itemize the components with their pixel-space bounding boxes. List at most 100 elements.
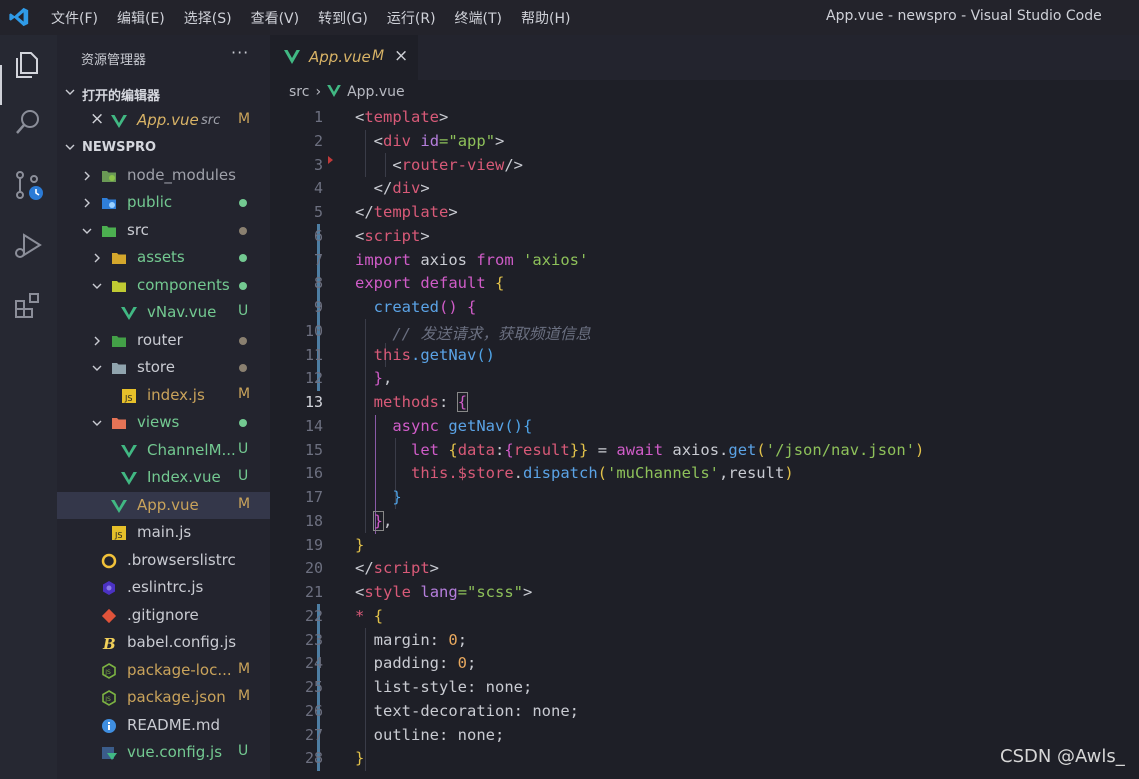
status-badge: M (238, 661, 251, 677)
close-tab-icon[interactable]: × (394, 46, 408, 66)
modified-dot (239, 337, 247, 345)
chevron-down-icon (92, 420, 102, 426)
untracked-dot (239, 419, 247, 427)
line-number: 8 (313, 274, 323, 292)
close-icon[interactable]: × (90, 109, 104, 129)
open-editor-item[interactable]: × App.vue src M (57, 107, 270, 134)
code-line: <style lang="scss"> (355, 583, 533, 601)
code-line: list-style: none; (373, 678, 533, 696)
code-line: } (355, 536, 365, 554)
chevron-down-icon (65, 144, 75, 150)
nodejs-icon: JS (102, 663, 116, 679)
svg-text:B: B (102, 635, 116, 651)
tree-item-index-js[interactable]: JS index.js M (57, 382, 270, 409)
folder-assets-icon (112, 253, 126, 264)
code-line: }, (373, 369, 393, 387)
tree-item-name: index.js (147, 386, 205, 404)
tree-item-name: main.js (137, 523, 192, 541)
tree-item-store[interactable]: store (57, 354, 270, 381)
tree-item-channel[interactable]: ChannelM... U (57, 437, 270, 464)
tree-item-name: ChannelM... (147, 441, 236, 459)
tree-item-main-js[interactable]: JS main.js (57, 519, 270, 546)
line-number: 3 (313, 156, 323, 174)
status-badge: M (238, 111, 251, 127)
tree-item-package-json[interactable]: JS package.json M (57, 684, 270, 711)
nodejs-icon: JS (102, 690, 116, 706)
tree-item-name: node_modules (127, 166, 236, 184)
tree-item-vnav[interactable]: vNav.vue U (57, 299, 270, 326)
menu-selection[interactable]: 选择(S) (184, 8, 232, 28)
search-icon[interactable] (12, 107, 44, 139)
tab-app-vue[interactable]: App.vue M × (270, 35, 418, 80)
tree-item-babel-config[interactable]: B babel.config.js (57, 629, 270, 656)
menu-edit[interactable]: 编辑(E) (117, 8, 165, 28)
vue-file-icon (121, 445, 137, 458)
code-line: let {data:{result}} = await axios.get('/… (411, 441, 925, 459)
code-line: this.$store.dispatch('muChannels',result… (411, 464, 794, 482)
svg-text:JS: JS (104, 696, 111, 703)
svg-text:JS: JS (124, 394, 132, 403)
breadcrumb-file[interactable]: App.vue (347, 84, 405, 100)
tree-item-src[interactable]: src (57, 217, 270, 244)
tree-item-app-vue[interactable]: App.vue M (57, 492, 270, 519)
tree-item-name: vNav.vue (147, 303, 217, 321)
menu-view[interactable]: 查看(V) (251, 8, 300, 28)
tree-item-vue-config[interactable]: vue.config.js U (57, 739, 270, 766)
chevron-right-icon (94, 253, 100, 263)
line-number: 22 (304, 607, 323, 625)
line-number: 25 (304, 678, 323, 696)
open-editors-section[interactable]: 打开的编辑器 (57, 83, 270, 105)
tree-item-gitignore[interactable]: .gitignore (57, 602, 270, 629)
breadcrumb-folder[interactable]: src (289, 84, 309, 100)
code-line: this.getNav() (373, 346, 495, 364)
modified-dot (239, 227, 247, 235)
folder-src-icon (102, 226, 116, 237)
babel-icon: B (102, 635, 116, 651)
active-indicator (0, 65, 2, 105)
vue-file-icon (327, 85, 341, 97)
line-number: 12 (304, 369, 323, 387)
code-line: async getNav(){ (392, 417, 533, 435)
code-line: }, (372, 511, 393, 531)
open-editors-label: 打开的编辑器 (82, 89, 161, 104)
more-actions-button[interactable]: ··· (231, 43, 249, 62)
tree-item-name: vue.config.js (127, 743, 223, 761)
tree-item-views[interactable]: views (57, 409, 270, 436)
untracked-dot (239, 282, 247, 290)
line-number: 4 (313, 179, 323, 197)
tree-item-eslintrc[interactable]: .eslintrc.js (57, 574, 270, 601)
tree-item-package-lock[interactable]: JS package-loc... M (57, 657, 270, 684)
modified-dot (239, 364, 247, 372)
code-line: export default { (355, 274, 505, 292)
tree-item-browserslistrc[interactable]: .browserslistrc (57, 547, 270, 574)
tree-item-public[interactable]: public (57, 189, 270, 216)
extensions-icon[interactable] (12, 289, 44, 321)
menu-file[interactable]: 文件(F) (51, 8, 98, 28)
code-line: <router-view/> (392, 156, 523, 174)
explorer-icon[interactable] (12, 49, 44, 81)
menu-help[interactable]: 帮助(H) (521, 8, 570, 28)
svg-text:JS: JS (104, 669, 111, 676)
run-debug-icon[interactable] (12, 229, 44, 261)
source-control-icon[interactable] (12, 169, 44, 201)
project-section[interactable]: NEWSPRO (57, 138, 270, 160)
tree-item-readme[interactable]: README.md (57, 712, 270, 739)
code-line: methods: { (373, 392, 469, 412)
line-number: 6 (313, 227, 323, 245)
tree-item-assets[interactable]: assets (57, 244, 270, 271)
tree-item-components[interactable]: components (57, 272, 270, 299)
code-line: padding: 0; (373, 654, 477, 672)
tree-item-name: README.md (127, 716, 221, 734)
line-number-current: 13 (304, 393, 323, 411)
tree-item-node-modules[interactable]: node_modules (57, 162, 270, 189)
code-line: } (355, 749, 365, 767)
code-line: <template> (355, 108, 449, 126)
tree-item-name: package-loc... (127, 661, 232, 679)
sidebar-title: 资源管理器 (81, 53, 147, 68)
chevron-right-icon: › (315, 84, 322, 100)
menu-terminal[interactable]: 终端(T) (455, 8, 502, 28)
menu-go[interactable]: 转到(G) (318, 8, 368, 28)
tree-item-index-vue[interactable]: Index.vue U (57, 464, 270, 491)
tree-item-router[interactable]: router (57, 327, 270, 354)
menu-run[interactable]: 运行(R) (387, 8, 436, 28)
